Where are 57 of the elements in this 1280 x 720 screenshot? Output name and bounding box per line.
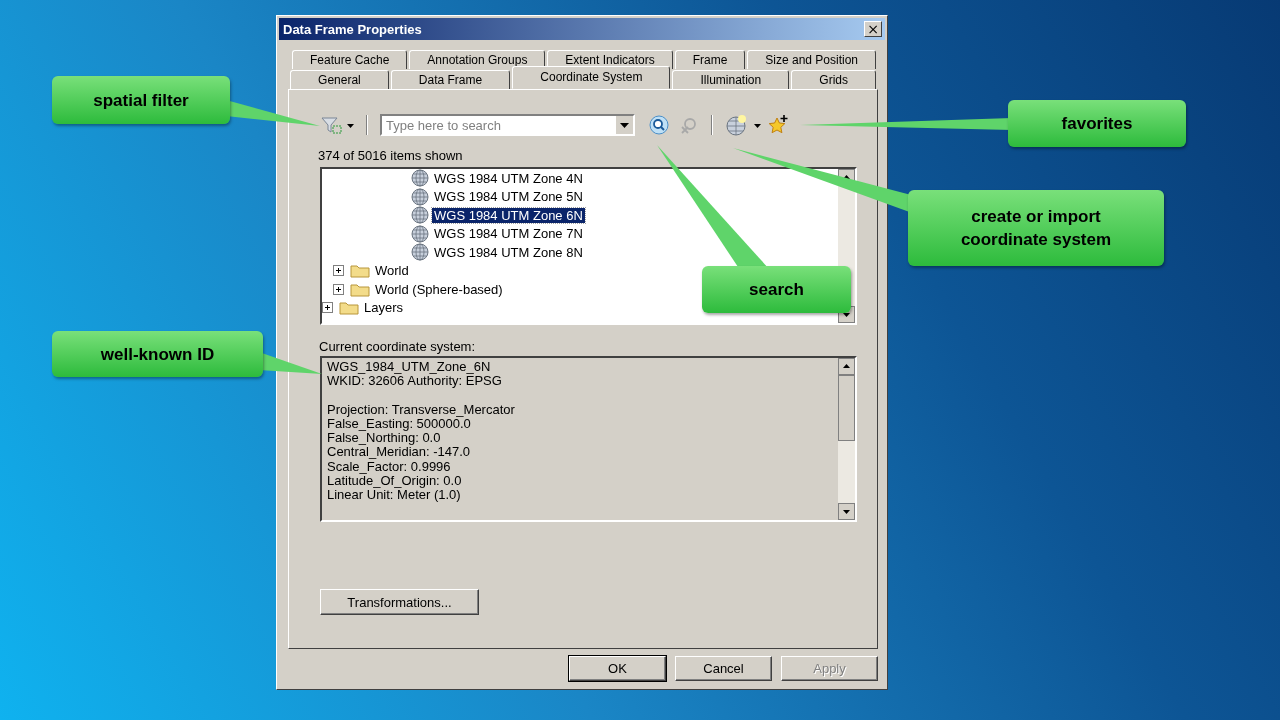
detail-line: False_Northing: 0.0 <box>327 431 442 446</box>
detail-line: Central_Meridian: -147.0 <box>327 445 472 460</box>
tree-item[interactable]: WGS 1984 UTM Zone 8N <box>432 244 585 260</box>
globe-star-icon[interactable] <box>725 114 761 136</box>
window-title: Data Frame Properties <box>283 21 422 37</box>
tab[interactable]: Annotation Groups <box>409 50 546 69</box>
tree-item[interactable]: World <box>373 263 411 279</box>
callout-label: create or import coordinate system <box>908 190 1164 266</box>
scroll-thumb[interactable] <box>838 375 855 441</box>
globe-icon <box>411 169 429 188</box>
globe-icon <box>411 243 429 262</box>
globe-icon <box>411 206 429 225</box>
callout-label: search <box>702 266 851 313</box>
expand-icon[interactable] <box>333 265 344 277</box>
dialog-button[interactable]: Cancel <box>675 656 772 681</box>
tab[interactable]: Illumination <box>672 70 790 89</box>
tree-item[interactable]: WGS 1984 UTM Zone 6N <box>432 207 585 223</box>
callout-label: spatial filter <box>52 76 230 124</box>
callout-label: well-known ID <box>52 331 263 377</box>
detail-line: Projection: Transverse_Mercator <box>327 402 516 417</box>
transformations-button[interactable]: Transformations... <box>320 589 479 615</box>
favorites-star-icon[interactable] <box>767 114 789 136</box>
detail-line: Latitude_Of_Origin: 0.0 <box>327 474 463 489</box>
tab[interactable]: Frame <box>674 50 746 69</box>
tree-item[interactable]: World (Sphere-based) <box>373 281 505 297</box>
tab[interactable]: Size and Position <box>747 50 877 69</box>
tree-item[interactable]: WGS 1984 UTM Zone 5N <box>432 189 585 205</box>
tab[interactable]: General <box>290 70 389 89</box>
section-label: Current coordinate system: <box>319 339 477 354</box>
expand-icon[interactable] <box>333 283 344 295</box>
folder-icon <box>339 300 359 316</box>
folder-icon <box>350 281 370 297</box>
tab[interactable]: Grids <box>791 70 877 89</box>
tab[interactable]: Coordinate System <box>512 66 671 89</box>
scroll-down-icon[interactable] <box>838 503 855 520</box>
filter-icon[interactable] <box>320 115 354 135</box>
folder-icon <box>350 263 370 279</box>
detail-line: False_Easting: 500000.0 <box>327 416 471 432</box>
tree-item[interactable]: WGS 1984 UTM Zone 7N <box>432 226 585 242</box>
globe-icon <box>411 187 429 206</box>
items-count: 374 of 5016 items shown <box>318 148 464 163</box>
detail-line: WGS_1984_UTM_Zone_6N <box>327 360 492 375</box>
close-button[interactable]: × <box>864 21 882 37</box>
detail-line: WKID: 32606 Authority: EPSG <box>327 374 503 389</box>
tab[interactable]: Feature Cache <box>292 50 408 69</box>
tree-item[interactable]: WGS 1984 UTM Zone 4N <box>432 170 585 186</box>
scroll-up-icon[interactable] <box>838 358 855 375</box>
tree-item[interactable]: Layers <box>362 300 406 316</box>
detail-line: Scale_Factor: 0.9996 <box>327 459 452 475</box>
detail-line: Linear Unit: Meter (1.0) <box>327 488 462 503</box>
search-icon[interactable] <box>649 115 669 135</box>
globe-icon <box>411 224 429 243</box>
dialog-button[interactable]: OK <box>569 656 666 681</box>
callout-label: favorites <box>1008 100 1186 147</box>
tab[interactable]: Data Frame <box>390 70 511 89</box>
expand-icon[interactable] <box>322 302 333 314</box>
search-combo[interactable]: Type here to search <box>380 114 635 136</box>
